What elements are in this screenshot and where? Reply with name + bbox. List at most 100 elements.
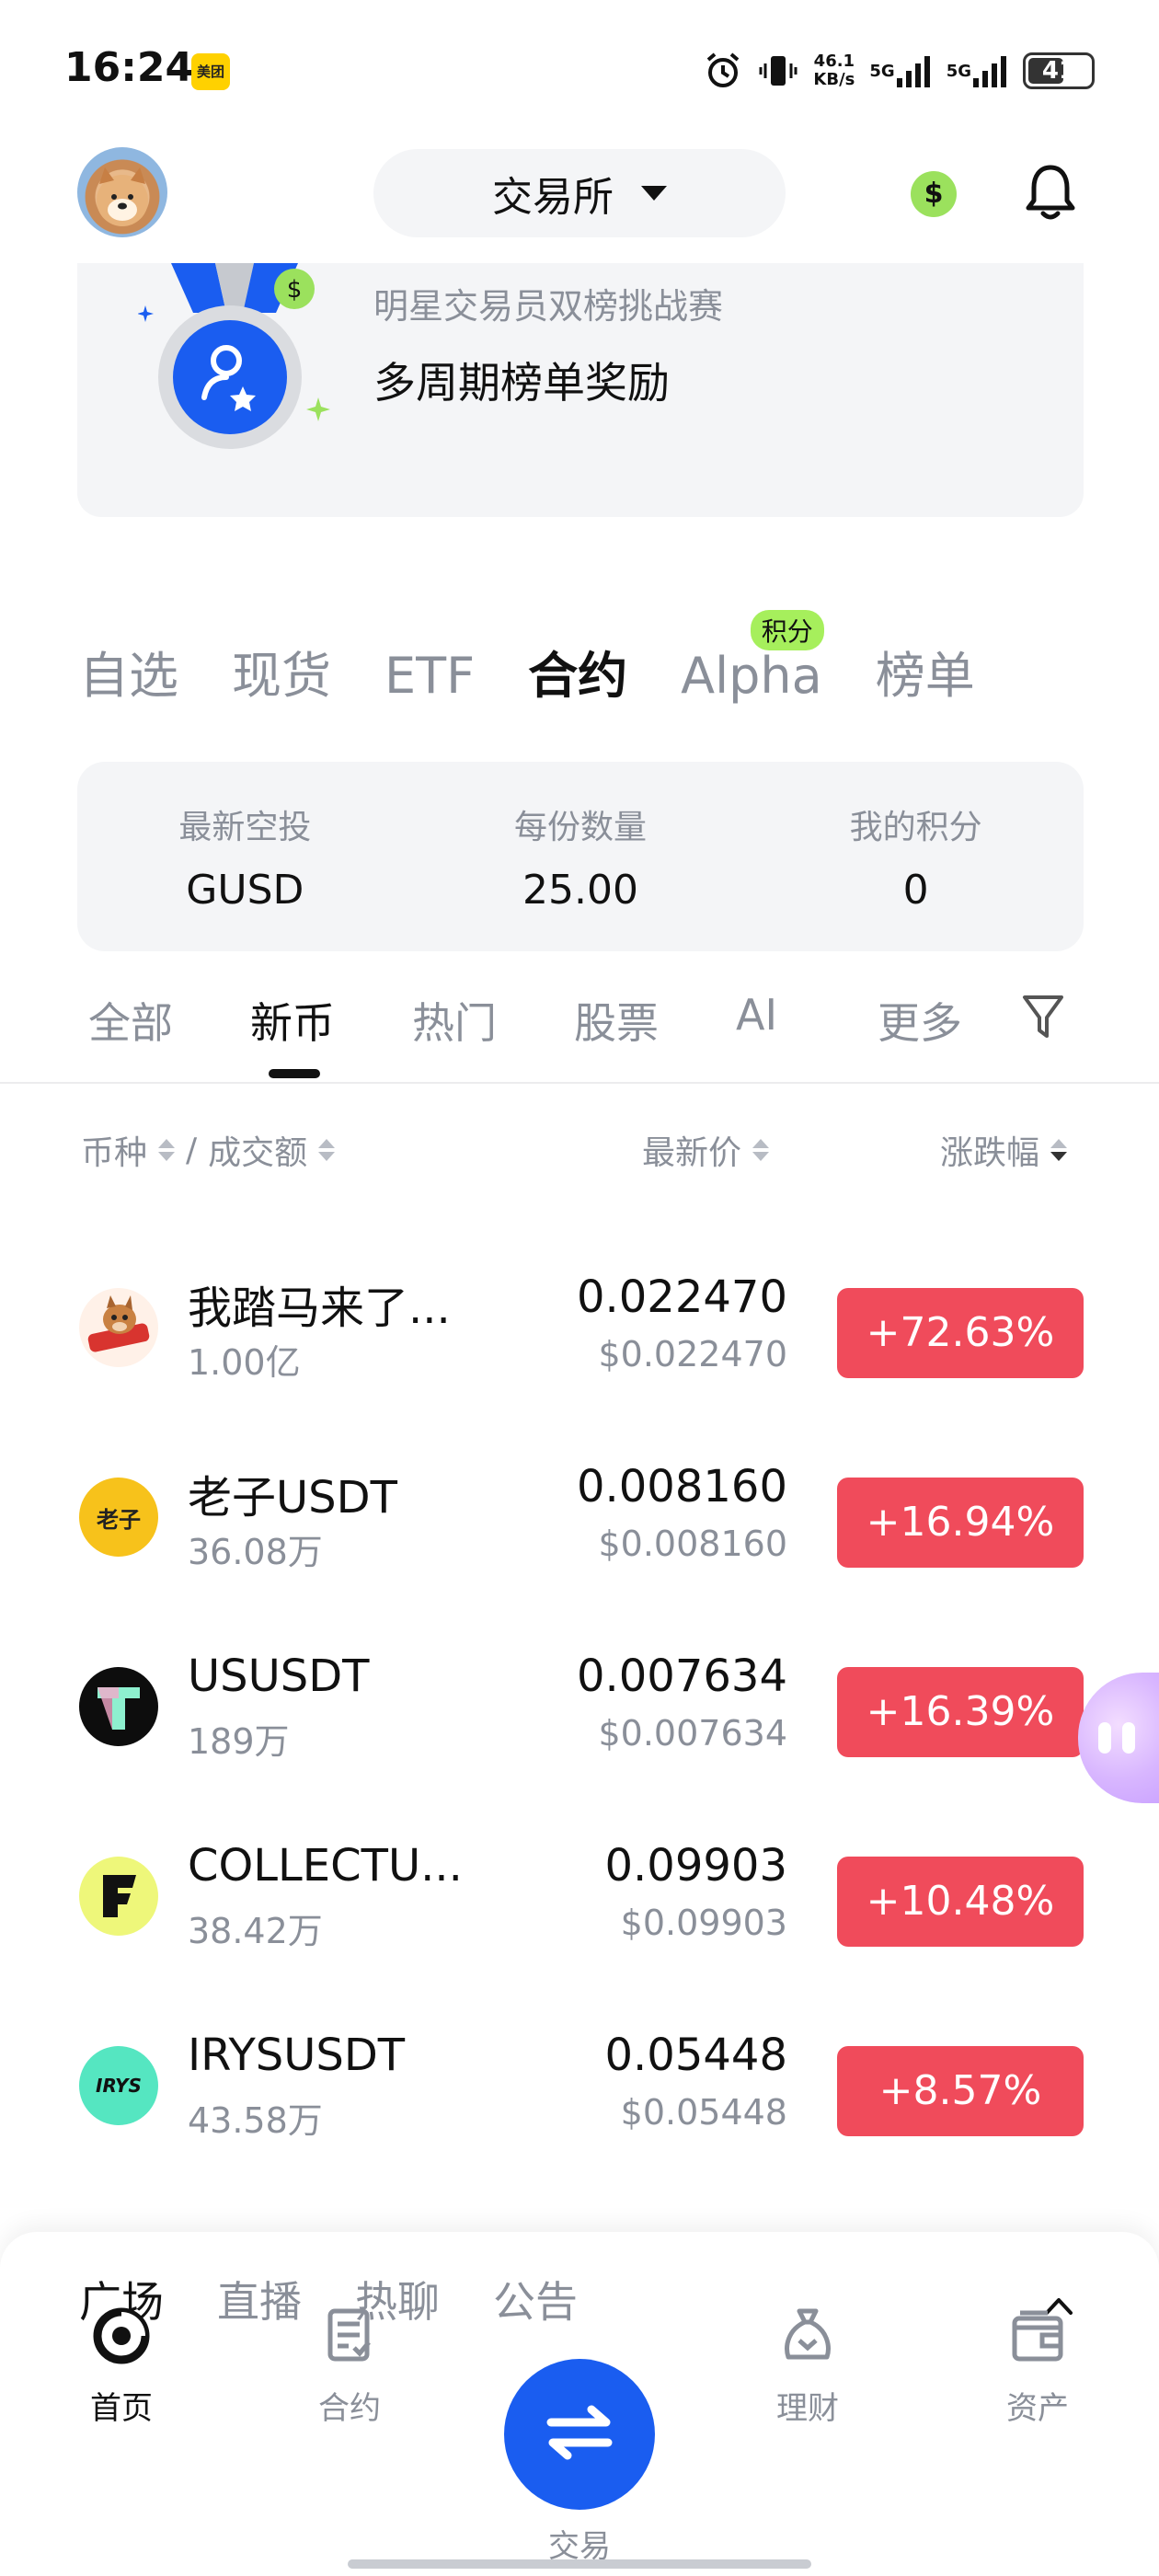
market-row[interactable]: 老子 老子USDT 36.08万 0.008160 $0.008160 +16.…: [0, 1422, 1159, 1612]
column-header-change[interactable]: 涨跌幅: [940, 1126, 1068, 1174]
tab-rankings[interactable]: 榜单: [876, 635, 975, 707]
filter-icon[interactable]: [1021, 994, 1065, 1041]
subtab-hot[interactable]: 热门: [412, 990, 497, 1051]
coin-volume: 189万: [188, 1721, 290, 1762]
sort-icon: [158, 1139, 176, 1161]
tab-alpha[interactable]: Alpha 积分: [681, 610, 824, 705]
change-badge[interactable]: +72.63%: [837, 1288, 1084, 1378]
exchange-selector[interactable]: 交易所: [373, 149, 786, 237]
coin-volume: 36.08万: [188, 1532, 323, 1572]
dollar-icon[interactable]: $: [911, 171, 957, 217]
caret-down-icon: [641, 186, 667, 201]
market-row[interactable]: IRYS IRYSUSDT 43.58万 0.05448 $0.05448 +8…: [0, 1991, 1159, 2180]
status-indicators: 46.1 KB/s 5G 5G 41: [703, 48, 1095, 94]
subtab-all[interactable]: 全部: [88, 990, 173, 1051]
market-row[interactable]: COLLECTU... 38.42万 0.09903 $0.09903 +10.…: [0, 1801, 1159, 1991]
airdrop-points-value: 0: [902, 866, 929, 914]
change-badge[interactable]: +10.48%: [837, 1857, 1084, 1947]
coin-name: IRYSUSDT: [188, 2030, 406, 2081]
coin-laozi-icon: 老子: [79, 1478, 158, 1557]
nav-contract[interactable]: 合约: [276, 2306, 423, 2428]
meituan-app-icon: 美团: [191, 53, 230, 90]
sort-icon: [318, 1139, 336, 1161]
tab-alpha-label: Alpha: [681, 647, 822, 705]
earn-icon: [777, 2306, 838, 2370]
trade-button[interactable]: [504, 2359, 655, 2510]
assistant-eye-icon: [1098, 1722, 1111, 1754]
coin-price: 0.007634: [576, 1650, 787, 1702]
wallet-icon: [1007, 2306, 1068, 2370]
vibrate-icon: [758, 51, 798, 91]
coin-usd-price: $0.09903: [620, 1903, 787, 1943]
coin-name: USUSDT: [188, 1650, 370, 1702]
coin-usd-price: $0.007634: [598, 1713, 788, 1754]
coin-price: 0.09903: [604, 1840, 788, 1892]
change-badge[interactable]: +16.39%: [837, 1667, 1084, 1757]
sort-icon: [752, 1139, 770, 1161]
tab-futures[interactable]: 合约: [528, 635, 627, 707]
market-category-tabs: 自选 现货 ETF 合约 Alpha 积分 榜单: [79, 610, 975, 707]
coin-horse-icon: [79, 1288, 158, 1367]
tab-etf[interactable]: ETF: [384, 647, 475, 705]
airdrop-latest: 最新空投 GUSD: [77, 762, 413, 951]
coin-name: COLLECTU...: [188, 1840, 463, 1892]
coin-usd-price: $0.022470: [598, 1334, 788, 1374]
coin-us-icon: [79, 1667, 158, 1746]
airdrop-latest-label: 最新空投: [178, 808, 312, 846]
coin-usd-price: $0.05448: [620, 2092, 787, 2133]
coin-usd-price: $0.008160: [598, 1524, 788, 1564]
market-row[interactable]: USUSDT 189万 0.007634 $0.007634 +16.39%: [0, 1612, 1159, 1801]
airdrop-per-share-label: 每份数量: [514, 808, 648, 846]
assistant-eye-icon: [1122, 1722, 1135, 1754]
social-tab-announcements[interactable]: 公告: [493, 2269, 578, 2329]
coin-irys-icon: IRYS: [79, 2046, 158, 2125]
column-header-coin[interactable]: 币种 / 成交额: [81, 1126, 336, 1174]
sort-icon: [1050, 1139, 1068, 1161]
change-badge[interactable]: +16.94%: [837, 1478, 1084, 1568]
signal-icon: 5G: [869, 54, 931, 87]
subtab-more[interactable]: 更多: [878, 990, 962, 1051]
user-avatar[interactable]: [77, 147, 167, 237]
coin-collect-icon: [79, 1857, 158, 1936]
airdrop-per-share: 每份数量 25.00: [413, 762, 749, 951]
tab-favorites[interactable]: 自选: [79, 635, 178, 707]
nav-home[interactable]: 首页: [48, 2306, 195, 2428]
column-header-price[interactable]: 最新价: [642, 1126, 770, 1174]
swap-icon: [542, 2395, 617, 2474]
banner-title: 多周期榜单奖励: [373, 358, 670, 408]
coin-name: 我踏马来了...: [188, 1282, 451, 1334]
active-tab-indicator: [269, 1069, 320, 1078]
signal-icon: 5G: [947, 54, 1008, 87]
change-badge[interactable]: +8.57%: [837, 2046, 1084, 2136]
network-speed: 46.1 KB/s: [813, 52, 855, 89]
alarm-icon: [703, 51, 743, 91]
subtab-new[interactable]: 新币: [250, 990, 335, 1051]
contract-icon: [319, 2306, 380, 2370]
airdrop-points: 我的积分 0: [748, 762, 1084, 951]
medal-icon: $: [137, 263, 331, 456]
bell-icon[interactable]: [1023, 162, 1078, 223]
airdrop-per-share-value: 25.00: [522, 866, 638, 914]
subtab-ai[interactable]: AI: [736, 990, 777, 1040]
home-indicator[interactable]: [348, 2559, 811, 2569]
battery-icon: 41: [1023, 52, 1095, 89]
airdrop-latest-value: GUSD: [186, 866, 304, 914]
market-row[interactable]: 我踏马来了... 1.00亿 0.022470 $0.022470 +72.63…: [0, 1233, 1159, 1422]
tab-spot[interactable]: 现货: [232, 635, 331, 707]
nav-assets[interactable]: 资产: [964, 2306, 1111, 2428]
airdrop-card[interactable]: 最新空投 GUSD 每份数量 25.00 我的积分 0: [77, 762, 1084, 951]
coin-volume: 38.42万: [188, 1911, 323, 1951]
coin-volume: 1.00亿: [188, 1342, 301, 1383]
subtab-stocks[interactable]: 股票: [574, 990, 659, 1051]
nav-earn[interactable]: 理财: [734, 2306, 881, 2428]
divider: [0, 1082, 1159, 1084]
points-badge: 积分: [750, 610, 824, 650]
airdrop-points-label: 我的积分: [849, 808, 982, 846]
status-time: 16:24: [64, 44, 194, 91]
coin-volume: 43.58万: [188, 2100, 323, 2141]
svg-text:$: $: [287, 276, 303, 304]
coin-price: 0.05448: [604, 2030, 788, 2081]
home-icon: [91, 2306, 152, 2370]
market-sub-tabs: 全部 新币 热门 股票 AI 更多: [88, 990, 1082, 1054]
exchange-selector-label: 交易所: [492, 174, 614, 221]
